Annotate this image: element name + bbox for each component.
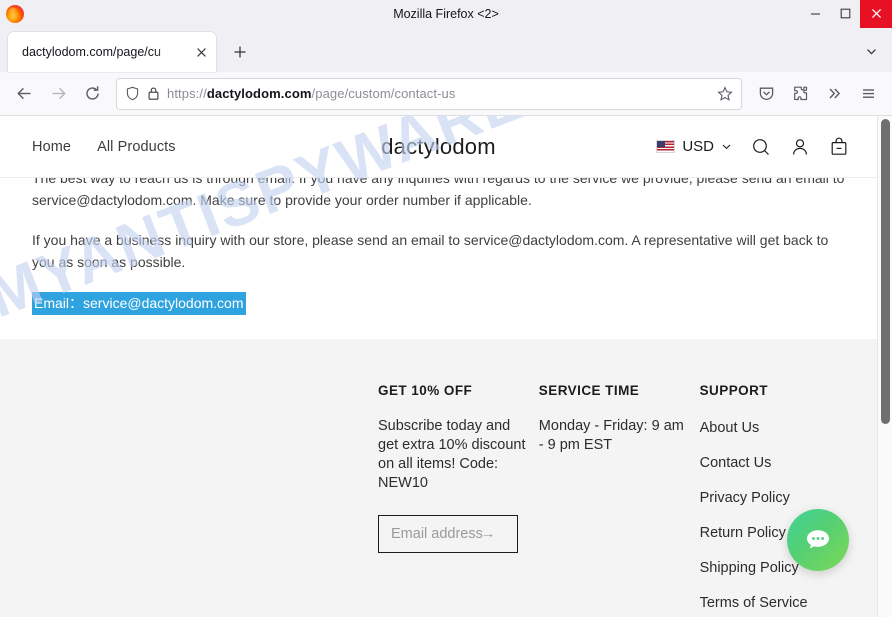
extensions-puzzle-icon[interactable] (784, 78, 816, 110)
window-controls (800, 0, 892, 28)
selected-email-text[interactable]: Email：service@dactylodom.com (32, 292, 246, 315)
newsletter-placeholder: Email address (391, 526, 483, 542)
us-flag-icon (656, 140, 676, 153)
firefox-logo-icon (6, 4, 24, 23)
promo-heading: GET 10% OFF (378, 383, 473, 398)
currency-label: USD (682, 138, 714, 155)
url-bar[interactable]: https://dactylodom.com/page/custom/conta… (116, 77, 742, 110)
nav-link-all-products[interactable]: All Products (97, 139, 176, 155)
url-text[interactable]: https://dactylodom.com/page/custom/conta… (167, 86, 710, 101)
page-scrollbar[interactable] (877, 116, 892, 617)
url-protocol: https:// (167, 86, 207, 101)
page-scrollbar-thumb[interactable] (881, 119, 890, 424)
service-time-heading: SERVICE TIME (538, 383, 640, 398)
page-viewport: Home All Products dactylodom USD The bes… (0, 116, 892, 617)
tab-strip: dactylodom.com/page/cu (0, 28, 892, 72)
site-header: Home All Products dactylodom USD (0, 116, 877, 178)
tab-title: dactylodom.com/page/cu (22, 45, 161, 59)
back-button[interactable] (8, 78, 40, 110)
newsletter-email-input[interactable]: Email address → (378, 515, 518, 553)
list-all-tabs-chevron-down-icon[interactable] (860, 40, 882, 62)
browser-toolbar: https://dactylodom.com/page/custom/conta… (0, 72, 892, 116)
bookmark-star-icon[interactable] (717, 85, 733, 102)
support-heading: SUPPORT (699, 383, 769, 398)
browser-tab[interactable]: dactylodom.com/page/cu (8, 32, 216, 72)
tracking-protection-shield-icon[interactable] (125, 86, 140, 101)
maximize-button[interactable] (830, 0, 860, 28)
new-tab-button[interactable] (224, 36, 256, 68)
promo-body: Subscribe today and get extra 10% discou… (378, 418, 526, 491)
footer-columns: GET 10% OFF Subscribe today and get extr… (32, 383, 845, 615)
lock-icon[interactable] (147, 86, 160, 101)
footer-link-privacy-policy[interactable]: Privacy Policy (700, 487, 845, 510)
footer-link-terms-of-service[interactable]: Terms of Service (700, 592, 845, 615)
minimize-button[interactable] (800, 0, 830, 28)
overflow-menu-icon[interactable] (818, 78, 850, 110)
newsletter-submit-arrow-icon[interactable]: → (481, 526, 496, 542)
browser-window: Mozilla Firefox <2> dactylodom.com/page/… (0, 0, 892, 617)
footer-column-support: SUPPORT About Us Contact Us Privacy Poli… (700, 383, 845, 615)
footer-link-about-us[interactable]: About Us (700, 417, 845, 440)
nav-link-home[interactable]: Home (32, 139, 71, 155)
contact-paragraph-2: If you have a business inquiry with our … (32, 232, 829, 270)
page-scroll-area: Home All Products dactylodom USD The bes… (0, 116, 877, 617)
footer-column-promo: GET 10% OFF Subscribe today and get extr… (378, 383, 539, 615)
reload-button[interactable] (76, 78, 108, 110)
application-menu-icon[interactable] (852, 78, 884, 110)
contact-page-content: The best way to reach us is through emai… (0, 167, 877, 339)
service-time-body: Monday - Friday: 9 am - 9 pm EST (538, 418, 684, 453)
site-primary-nav: Home All Products (32, 139, 176, 155)
site-footer: GET 10% OFF Subscribe today and get extr… (0, 339, 877, 617)
currency-selector[interactable]: USD (656, 138, 732, 155)
chat-widget-button[interactable] (787, 509, 849, 571)
account-person-icon[interactable] (790, 137, 810, 157)
forward-button[interactable] (42, 78, 74, 110)
chevron-down-icon (721, 141, 732, 152)
shopping-bag-icon[interactable] (829, 137, 849, 157)
site-header-actions: USD (656, 137, 849, 157)
window-title: Mozilla Firefox <2> (393, 6, 499, 21)
search-icon[interactable] (751, 137, 771, 157)
window-titlebar: Mozilla Firefox <2> (0, 0, 892, 28)
chat-bubble-icon (807, 530, 829, 549)
pocket-save-icon[interactable] (750, 78, 782, 110)
footer-column-service-time: SERVICE TIME Monday - Friday: 9 am - 9 p… (539, 383, 700, 615)
url-domain: dactylodom.com (206, 86, 312, 101)
close-window-button[interactable] (860, 0, 892, 28)
url-path: /page/custom/contact-us (311, 86, 456, 101)
footer-link-contact-us[interactable]: Contact Us (700, 452, 845, 475)
tab-close-icon[interactable] (190, 41, 212, 63)
